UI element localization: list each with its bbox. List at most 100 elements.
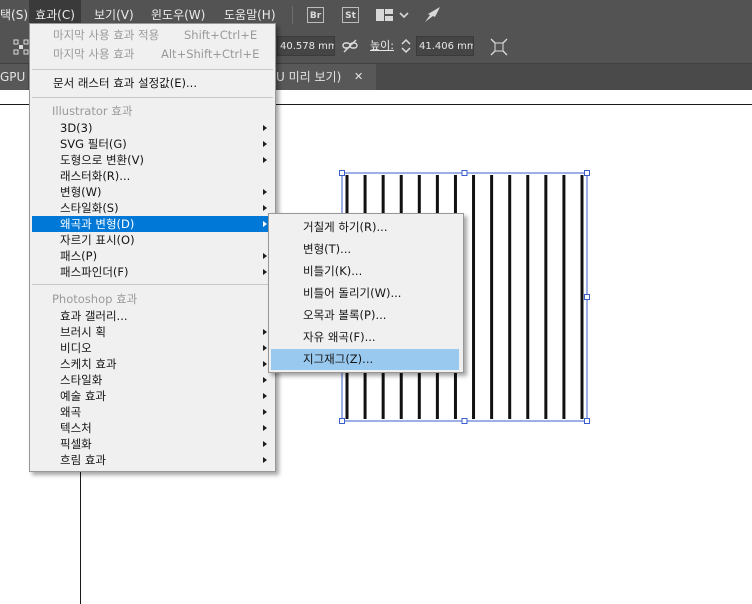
height-label: 높이:: [370, 39, 394, 52]
submenu-item-6[interactable]: 지그재그(Z)...: [271, 349, 459, 370]
submenu-arrow-icon: [263, 345, 267, 351]
menu-item-label: 브러시 획: [60, 325, 106, 339]
menu-item-photoshop-1[interactable]: 브러시 획: [32, 324, 273, 340]
menu-item-illustrator-5[interactable]: 스타일화(S): [32, 200, 273, 216]
menu-item-illustrator-8[interactable]: 패스(P): [32, 248, 273, 264]
menu-item-label: 패스파인더(F): [60, 265, 129, 279]
distort-transform-submenu: 거칠게 하기(R)... 변형(T)... 비틀기(K)... 비틀어 돌리기(W).…: [268, 213, 464, 373]
selection-handle[interactable]: [461, 418, 468, 424]
submenu-item-label: 지그재그(Z)...: [303, 352, 374, 366]
menu-select[interactable]: 택(S): [0, 0, 28, 30]
tab-title: U 미리 보기): [276, 70, 342, 84]
menu-item-label: 흐림 효과: [60, 453, 106, 467]
menu-item-label: 텍스처: [60, 421, 92, 435]
menu-item-last-effect: 마지막 사용 효과 Alt+Shift+Ctrl+E: [53, 47, 260, 61]
submenu-item-3[interactable]: 비틀어 돌리기(W)...: [271, 283, 459, 304]
selection-handle[interactable]: [461, 170, 468, 176]
menu-item-illustrator-0[interactable]: 3D(3): [32, 120, 273, 136]
arrange-documents-icon[interactable]: [375, 7, 409, 26]
menu-item-label: 패스(P): [60, 249, 98, 263]
submenu-item-2[interactable]: 비틀기(K)...: [271, 261, 459, 282]
menu-item-illustrator-3[interactable]: 래스터화(R)...: [32, 168, 273, 184]
effect-menu: 마지막 사용 효과 적용 Shift+Ctrl+E 마지막 사용 효과 Alt+…: [29, 23, 276, 472]
menu-item-label: 변형(W): [60, 185, 102, 199]
submenu-item-label: 자유 왜곡(F)...: [303, 330, 376, 344]
submenu-arrow-icon: [263, 409, 267, 415]
menu-item-photoshop-3[interactable]: 스케치 효과: [32, 356, 273, 372]
bridge-icon[interactable]: Br: [307, 7, 324, 23]
submenu-item-label: 변형(T)...: [303, 242, 352, 256]
menu-item-photoshop-8[interactable]: 픽셀화: [32, 436, 273, 452]
transform-icon[interactable]: [490, 38, 508, 59]
menu-item-label: 스케치 효과: [60, 357, 117, 371]
submenu-item-5[interactable]: 자유 왜곡(F)...: [271, 327, 459, 348]
submenu-arrow-icon: [263, 361, 267, 367]
stock-icon[interactable]: St: [342, 7, 359, 23]
link-proportions-icon[interactable]: [342, 39, 358, 56]
menu-item-illustrator-2[interactable]: 도형으로 변환(V): [32, 152, 273, 168]
illustrator-effects-header: Illustrator 효과: [52, 104, 133, 118]
menu-item-photoshop-7[interactable]: 텍스처: [32, 420, 273, 436]
selection-handle[interactable]: [339, 170, 345, 176]
menu-item-label: 왜곡과 변형(D): [60, 217, 135, 231]
submenu-item-4[interactable]: 오목과 볼록(P)...: [271, 305, 459, 326]
submenu-item-label: 비틀어 돌리기(W)...: [303, 286, 402, 300]
menu-item-illustrator-6[interactable]: 왜곡과 변형(D): [32, 216, 273, 232]
submenu-arrow-icon: [263, 205, 267, 211]
selection-handle[interactable]: [584, 170, 590, 176]
selection-handle[interactable]: [339, 418, 345, 424]
menu-item-photoshop-5[interactable]: 예술 효과: [32, 388, 273, 404]
menu-item-label: 스타일화: [60, 373, 103, 387]
menu-item-label: SVG 필터(G): [60, 137, 127, 151]
submenu-arrow-icon: [263, 425, 267, 431]
menu-separator: [32, 284, 273, 285]
submenu-item-0[interactable]: 거칠게 하기(R)...: [271, 217, 459, 238]
menu-item-illustrator-1[interactable]: SVG 필터(G): [32, 136, 273, 152]
menu-item-label: 비디오: [60, 341, 92, 355]
menu-item-label: 래스터화(R)...: [60, 169, 131, 183]
menu-item-label: 3D(3): [60, 121, 93, 135]
submenu-arrow-icon: [263, 141, 267, 147]
menubar-divider: [292, 6, 293, 24]
submenu-arrow-icon: [263, 457, 267, 463]
menu-item-label: 도형으로 변환(V): [60, 153, 144, 167]
submenu-item-label: 비틀기(K)...: [303, 264, 363, 278]
submenu-arrow-icon: [263, 157, 267, 163]
tab-document-active[interactable]: U 미리 보기) ✕: [276, 64, 376, 90]
menu-item-label: 효과 갤러리...: [60, 309, 128, 323]
close-icon[interactable]: ✕: [354, 64, 363, 90]
menu-item-label: 픽셀화: [60, 437, 92, 451]
menu-item-raster-settings[interactable]: 문서 래스터 효과 설정값(E)...: [32, 75, 273, 91]
submenu-arrow-icon: [263, 441, 267, 447]
menu-item-photoshop-6[interactable]: 왜곡: [32, 404, 273, 420]
menu-item-illustrator-9[interactable]: 패스파인더(F): [32, 264, 273, 280]
menu-separator: [32, 97, 273, 98]
menu-item-label: 예술 효과: [60, 389, 106, 403]
submenu-arrow-icon: [263, 189, 267, 195]
tab-document-left[interactable]: GPU: [0, 64, 28, 90]
menu-item-illustrator-7[interactable]: 자르기 표시(O): [32, 232, 273, 248]
menu-item-photoshop-2[interactable]: 비디오: [32, 340, 273, 356]
selection-handle[interactable]: [584, 418, 590, 424]
width-field[interactable]: 40.578 mm: [277, 36, 335, 56]
reference-point-icon[interactable]: [13, 39, 29, 58]
menu-item-photoshop-4[interactable]: 스타일화: [32, 372, 273, 388]
menu-item-apply-last-effect: 마지막 사용 효과 적용 Shift+Ctrl+E: [53, 28, 258, 42]
menu-item-illustrator-4[interactable]: 변형(W): [32, 184, 273, 200]
submenu-arrow-icon: [263, 377, 267, 383]
height-field[interactable]: 41.406 mm: [416, 36, 474, 56]
submenu-arrow-icon: [263, 253, 267, 259]
submenu-item-label: 오목과 볼록(P)...: [303, 308, 387, 322]
selection-handle[interactable]: [584, 294, 590, 300]
menu-item-photoshop-9[interactable]: 흐림 효과: [32, 452, 273, 468]
submenu-item-1[interactable]: 변형(T)...: [271, 239, 459, 260]
gpu-performance-icon[interactable]: [423, 5, 443, 28]
height-stepper-icon[interactable]: [399, 37, 413, 58]
submenu-arrow-icon: [263, 125, 267, 131]
menu-item-label: 자르기 표시(O): [60, 233, 135, 247]
submenu-arrow-icon: [263, 329, 267, 335]
menu-separator: [32, 69, 273, 70]
menu-item-photoshop-0[interactable]: 효과 갤러리...: [32, 308, 273, 324]
submenu-arrow-icon: [263, 393, 267, 399]
photoshop-effects-header: Photoshop 효과: [52, 292, 138, 306]
